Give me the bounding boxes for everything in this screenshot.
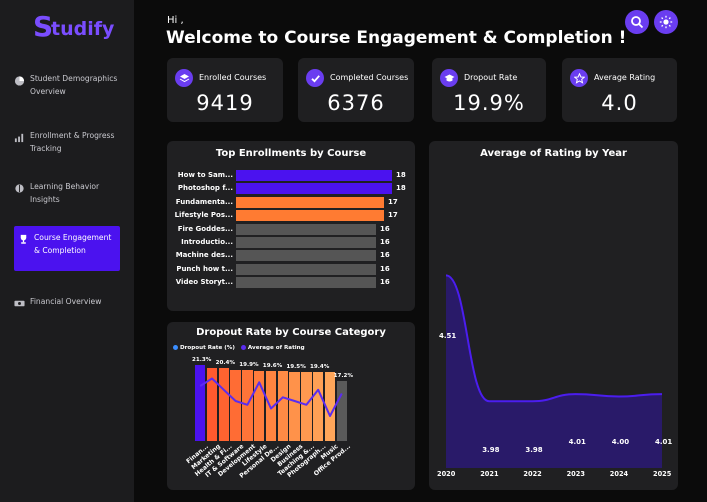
sidebar-item-student-demographics[interactable]: Student Demographics Overview <box>14 72 120 98</box>
bar-row: Machine des... 16 <box>167 250 407 262</box>
kpi-value: 4.0 <box>601 91 638 115</box>
rating-by-year-panel: Average of Rating by Year 2020 4.51 2021 3.… <box>429 141 678 490</box>
sidebar-item-label: Course Engagement & Completion <box>34 233 112 255</box>
top-enrollments-panel: Top Enrollments by Course How to Sam... 1… <box>167 141 415 311</box>
sidebar-item-label: Financial Overview <box>30 297 102 306</box>
bar-value-label: 16 <box>380 224 390 233</box>
kpi-label: Dropout Rate <box>464 73 518 82</box>
bar-value-label: 16 <box>380 238 390 246</box>
sidebar-item-financial-overview[interactable]: Financial Overview <box>14 295 120 309</box>
bar[interactable] <box>236 223 376 235</box>
bar-row: Lifestyle Pos... 17 <box>167 210 407 222</box>
bar[interactable] <box>236 170 392 181</box>
bar[interactable] <box>236 210 384 222</box>
area-chart-svg <box>445 274 663 468</box>
search-icon <box>631 16 644 29</box>
x-axis-year-label: 2024 <box>609 470 629 478</box>
bar-progress-icon <box>14 133 24 143</box>
logo-text: tudify <box>51 18 115 40</box>
sidebar-item-label: Enrollment & Progress Tracking <box>30 131 115 153</box>
bar-row: How to Sam... 18 <box>167 170 407 181</box>
bar-label: How to Sam... <box>177 171 233 179</box>
graduation-cap-icon <box>440 69 458 87</box>
page-title: Welcome to Course Engagement & Completio… <box>166 28 627 48</box>
bar-label: Fundamenta... <box>175 197 233 206</box>
chart-title: Top Enrollments by Course <box>215 148 367 159</box>
bar-label: Punch how t... <box>176 264 233 273</box>
bar-row: Photoshop f... 18 <box>167 183 407 195</box>
bar-label: Photoshop f... <box>177 184 233 193</box>
area-data-label: 4.01 <box>655 438 673 446</box>
sidebar-item-label: Student Demographics Overview <box>30 74 118 96</box>
x-axis-year-label: 2021 <box>480 470 499 478</box>
kpi-value: 6376 <box>327 91 385 115</box>
layers-icon <box>175 69 193 87</box>
bar[interactable] <box>236 237 376 248</box>
area-data-label: 4.01 <box>568 438 586 446</box>
bar-label: Video Storyt... <box>175 278 233 287</box>
bar-row: Introductio... 16 <box>167 237 407 248</box>
area-data-label: 3.98 <box>525 446 543 454</box>
sidebar-item-course-engagement[interactable]: Course Engagement & Completion <box>14 226 120 271</box>
rating-line <box>199 377 343 417</box>
bar-value-label: 18 <box>396 184 406 193</box>
trophy-icon <box>20 234 27 244</box>
star-badge-icon <box>570 69 588 87</box>
brain-icon <box>15 184 24 193</box>
kpi-card-completed: Completed Courses 6376 <box>298 58 414 122</box>
theme-toggle-button[interactable] <box>654 10 678 34</box>
pie-chart-icon <box>14 76 25 86</box>
kpi-value: 9419 <box>196 91 254 115</box>
bar[interactable] <box>236 250 376 262</box>
bar-value-label: 18 <box>396 171 406 179</box>
x-axis-year-label: 2023 <box>566 470 585 478</box>
bar-value-label: 16 <box>380 264 390 273</box>
kpi-card-enrolled: Enrolled Courses 9419 <box>167 58 283 122</box>
area-data-label: 4.00 <box>611 438 630 446</box>
area-data-label: 4.51 <box>439 332 457 340</box>
bar[interactable] <box>236 277 376 289</box>
search-button[interactable] <box>625 10 649 34</box>
area-fill <box>446 275 662 468</box>
kpi-card-dropout: Dropout Rate 19.9% <box>432 58 546 122</box>
bar[interactable] <box>236 263 376 275</box>
bar-row: Video Storyt... 16 <box>167 277 407 289</box>
bar[interactable] <box>236 183 392 195</box>
bar-value-label: 17 <box>388 197 398 206</box>
bar-label: Fire Goddes... <box>177 224 233 233</box>
sidebar-item-enrollment-progress[interactable]: Enrollment & Progress Tracking <box>14 129 120 155</box>
area-data-label: 3.98 <box>482 446 500 454</box>
kpi-card-rating: Average Rating 4.0 <box>562 58 677 122</box>
area-line <box>445 274 663 403</box>
kpi-value: 19.9% <box>453 91 525 115</box>
bar-value-label: 17 <box>388 211 398 220</box>
sidebar-item-label: Learning Behavior Insights <box>30 182 100 204</box>
bar-value-label: 16 <box>380 251 390 260</box>
bar-value-label: 16 <box>380 278 390 287</box>
money-icon <box>14 300 25 307</box>
sun-icon <box>659 15 673 29</box>
kpi-label: Completed Courses <box>330 73 409 82</box>
bar-label: Introductio... <box>181 238 233 246</box>
bar-row: Fire Goddes... 16 <box>167 223 407 235</box>
check-circle-icon <box>306 69 324 87</box>
x-axis-year-label: 2025 <box>653 470 672 478</box>
rating-line-layer <box>199 377 343 417</box>
bar-label: Lifestyle Pos... <box>174 211 233 220</box>
kpi-label: Average Rating <box>594 73 656 82</box>
x-axis-year-label: 2022 <box>523 470 542 478</box>
kpi-label: Enrolled Courses <box>199 73 267 82</box>
app-logo: S tudify <box>33 10 115 43</box>
sidebar-item-learning-behavior[interactable]: Learning Behavior Insights <box>14 180 120 206</box>
bar-row: Punch how t... 16 <box>167 263 407 275</box>
sidebar: S tudify Student Demographics Overview E… <box>0 0 134 502</box>
greeting: Hi , <box>167 15 184 26</box>
x-axis-year-label: 2020 <box>437 470 456 478</box>
bar[interactable] <box>236 196 384 208</box>
bar-label: Machine des... <box>175 251 233 260</box>
dropout-panel: Dropout Rate by Course Category Dropout … <box>167 322 415 490</box>
bar-row: Fundamenta... 17 <box>167 196 407 208</box>
